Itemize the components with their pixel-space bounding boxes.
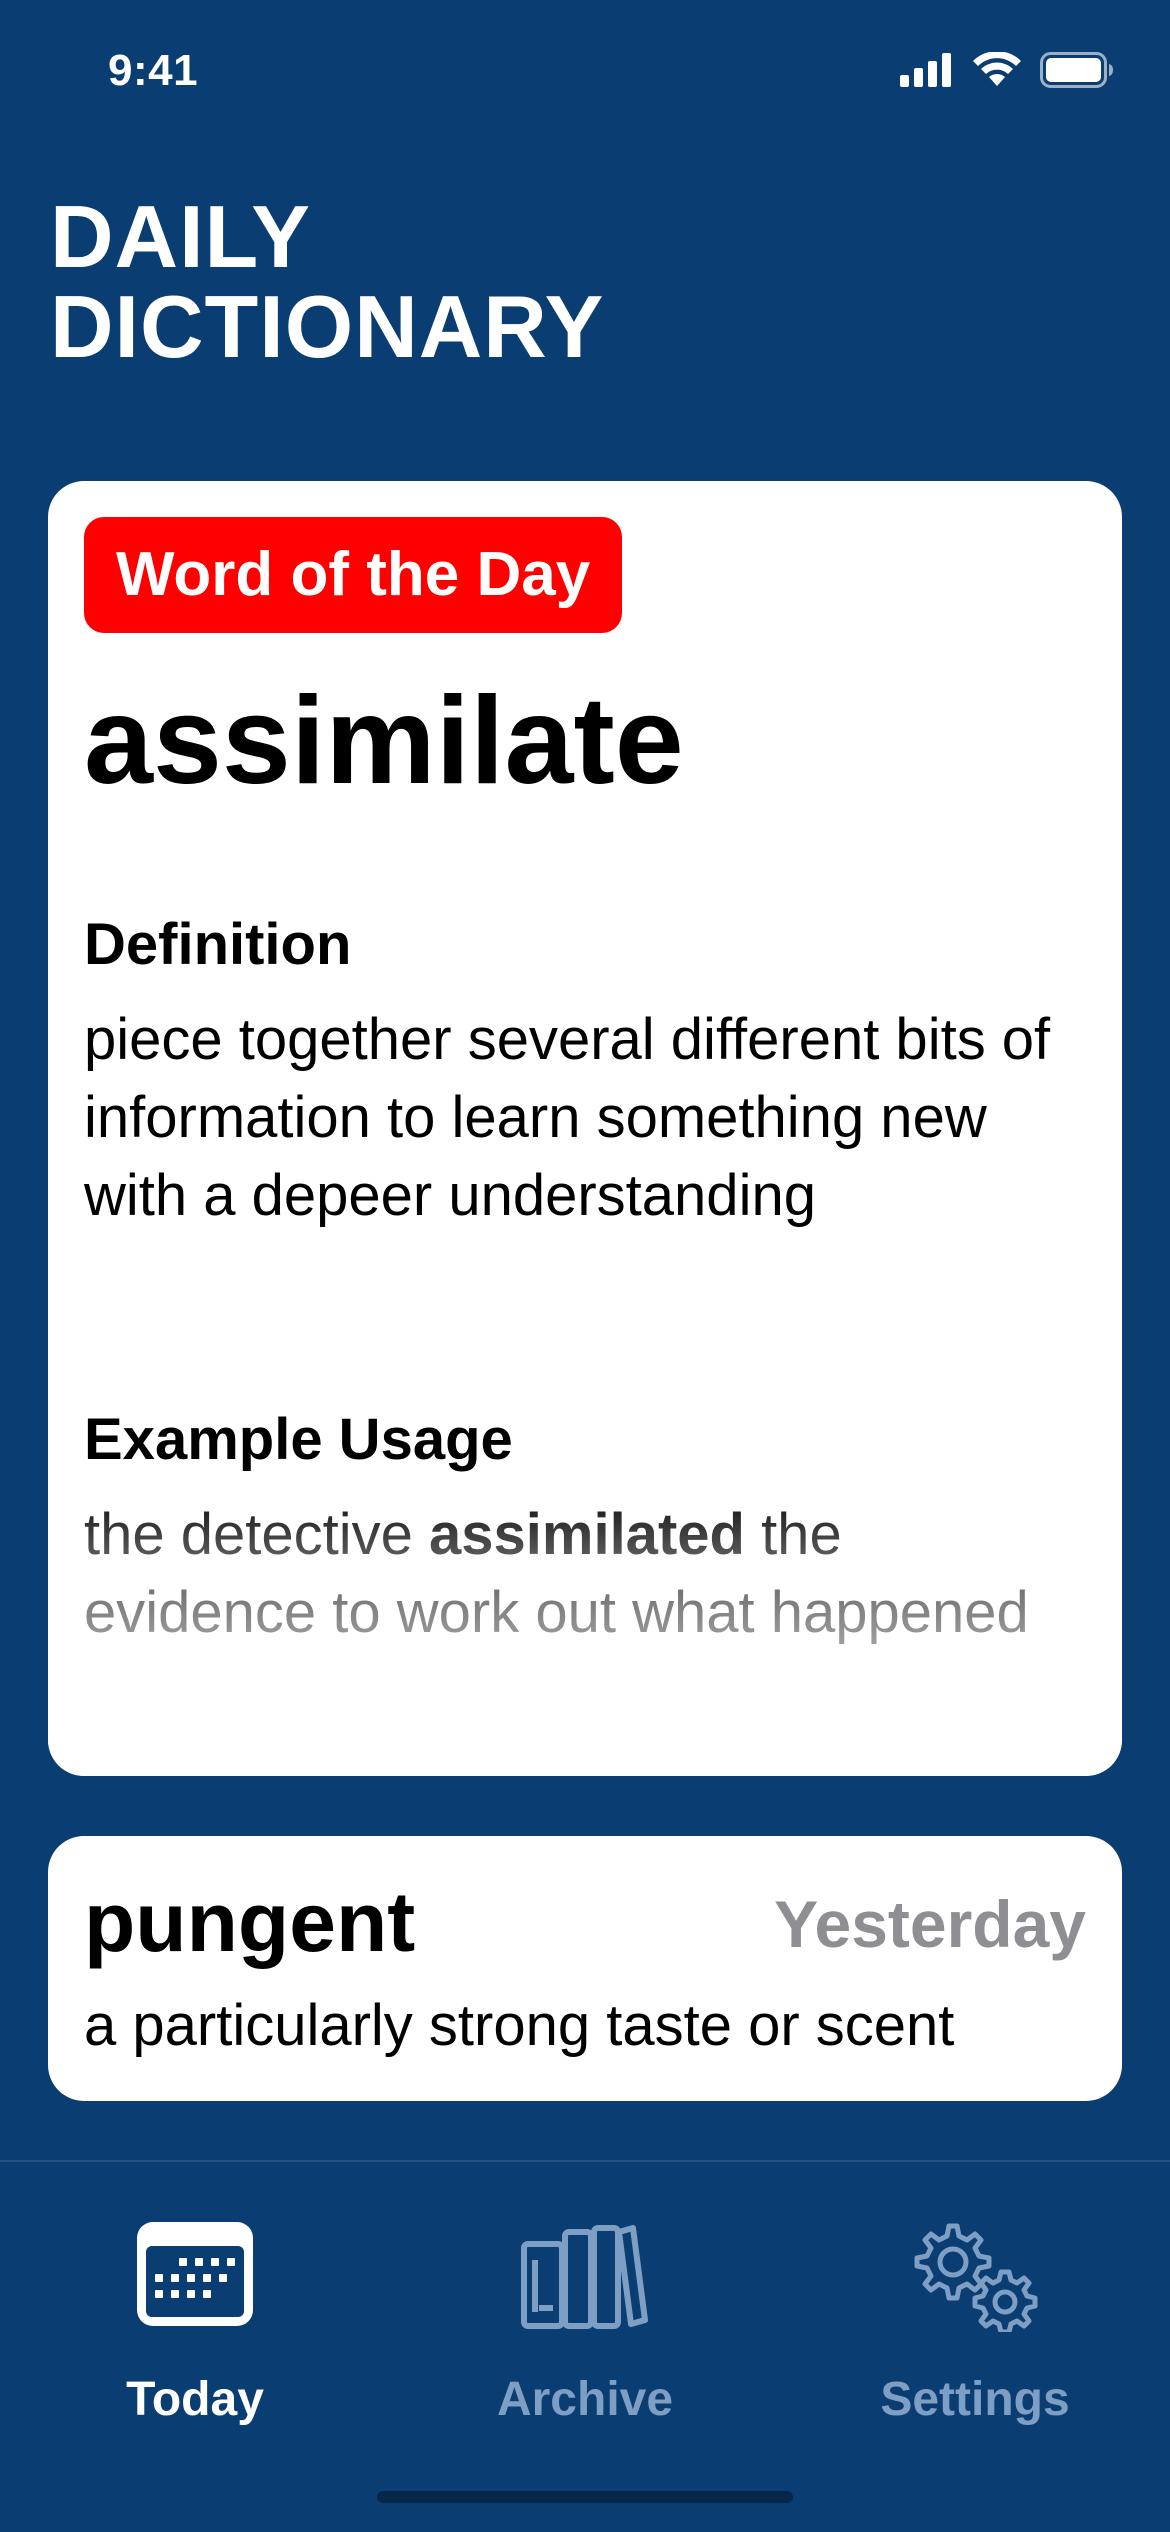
- calendar-icon: [137, 2222, 253, 2326]
- previous-word-date: Yesterday: [774, 1887, 1086, 1961]
- tab-settings[interactable]: Settings: [780, 2162, 1170, 2462]
- previous-word: pungent: [84, 1875, 416, 1969]
- example-text-before: the detective: [84, 1502, 429, 1567]
- app-title: DAILY DICTIONARY: [50, 192, 604, 372]
- gears-icon: [914, 2223, 1038, 2332]
- previous-word-definition: a particularly strong taste or scent: [84, 1993, 955, 2058]
- home-indicator: [377, 2491, 793, 2503]
- tab-today-label: Today: [126, 2373, 264, 2426]
- word-of-day-word: assimilate: [84, 672, 684, 810]
- tab-archive-label: Archive: [496, 2373, 674, 2426]
- example-usage-text: the detective assimilated the evidence t…: [84, 1496, 1084, 1652]
- tab-archive[interactable]: Archive: [390, 2162, 780, 2462]
- wifi-icon: [973, 52, 1021, 86]
- app-title-line-2: DICTIONARY: [50, 277, 605, 376]
- battery-icon: [1040, 52, 1113, 88]
- status-time: 9:41: [108, 46, 199, 95]
- example-highlight-word: assimilated: [429, 1502, 745, 1567]
- example-usage-label: Example Usage: [84, 1407, 513, 1472]
- app-title-line-1: DAILY: [50, 187, 311, 286]
- tab-settings-label: Settings: [880, 2373, 1070, 2426]
- word-of-day-badge: Word of the Day: [84, 517, 623, 633]
- signal-icon: [900, 53, 951, 87]
- definition-label: Definition: [84, 912, 352, 977]
- tab-today[interactable]: Today: [0, 2162, 390, 2462]
- books-icon: [521, 2225, 648, 2329]
- tab-bar: Today Archive Settings: [0, 2160, 1170, 2532]
- previous-word-card[interactable]: pungent Yesterday a particularly strong …: [48, 1836, 1122, 2101]
- word-of-day-card[interactable]: Word of the Day assimilate Definition pi…: [48, 481, 1122, 1776]
- screen: 9:41 DAILY DICTIONARY Word of the Day as…: [0, 0, 1170, 2532]
- status-icons: [900, 52, 1114, 88]
- definition-text: piece together several different bits of…: [84, 1007, 1051, 1228]
